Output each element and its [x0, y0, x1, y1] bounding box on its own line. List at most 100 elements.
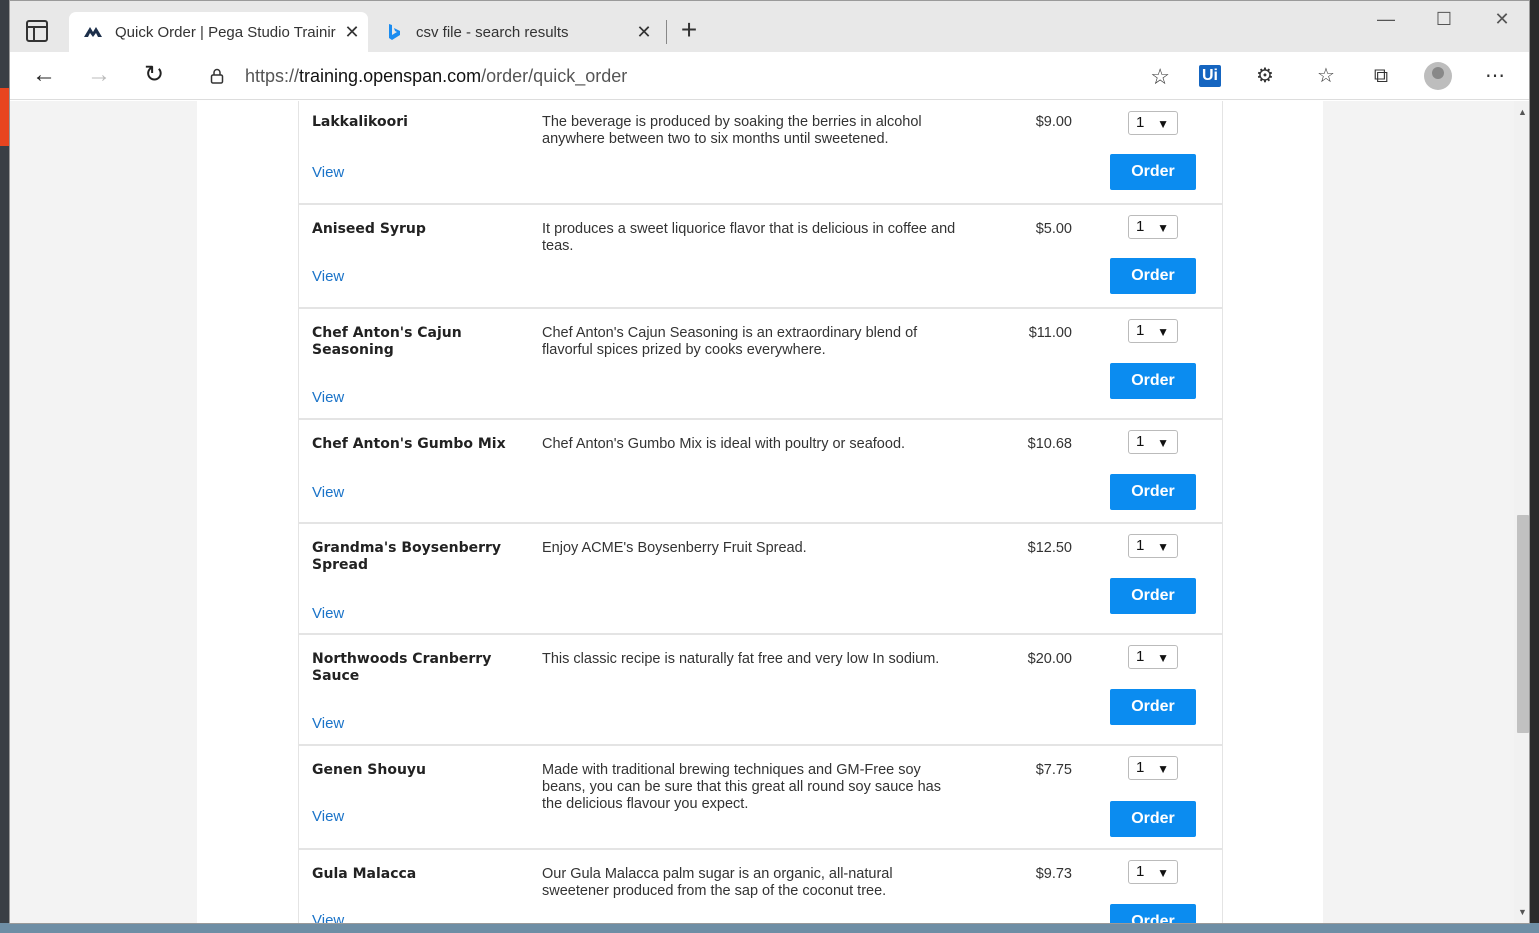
close-window-icon[interactable]: ✕	[1488, 9, 1516, 33]
vertical-scrollbar[interactable]: ▲ ▼	[1514, 101, 1529, 923]
product-name: Grandma's Boysenberry Spread	[312, 540, 502, 573]
product-price: $11.00	[1028, 325, 1072, 341]
chevron-down-icon: ▼	[1157, 436, 1169, 450]
chevron-down-icon: ▼	[1157, 325, 1169, 339]
browser-window: Quick Order | Pega Studio Trainir ✕ csv …	[9, 0, 1530, 924]
url-scheme: https://	[245, 66, 300, 86]
product-description: Made with traditional brewing techniques…	[542, 762, 941, 812]
order-button[interactable]: Order	[1110, 689, 1196, 725]
url-host: training.openspan.com	[299, 66, 482, 86]
chevron-down-icon: ▼	[1157, 762, 1169, 776]
browser-toolbar: ← → ↻ https://training.openspan.com/orde…	[10, 52, 1529, 100]
profile-avatar[interactable]	[1424, 62, 1452, 90]
quantity-select[interactable]: 1 ▼	[1128, 430, 1178, 454]
more-menu-icon[interactable]: ⋯	[1481, 62, 1509, 90]
quantity-select[interactable]: 1 ▼	[1128, 756, 1178, 780]
product-name: Aniseed Syrup	[312, 221, 426, 237]
scroll-thumb[interactable]	[1517, 515, 1529, 733]
tab-title: csv file - search results	[416, 23, 569, 41]
product-price: $20.00	[1027, 651, 1072, 667]
product-description: Enjoy ACME's Boysenberry Fruit Spread.	[542, 540, 807, 556]
uipath-extension-icon[interactable]: Ui	[1199, 65, 1221, 87]
forward-icon[interactable]: →	[83, 60, 115, 92]
favorites-icon[interactable]: ☆	[1312, 62, 1340, 90]
product-name: Chef Anton's Cajun Seasoning	[312, 325, 462, 358]
chevron-down-icon: ▼	[1157, 540, 1169, 554]
quick-order-page: Lakkalikoori The beverage is produced by…	[197, 101, 1323, 923]
product-row: Chef Anton's Gumbo Mix Chef Anton's Gumb…	[298, 420, 1223, 524]
product-row: Lakkalikoori The beverage is produced by…	[298, 101, 1223, 205]
order-button[interactable]: Order	[1110, 363, 1196, 399]
page-viewport: Lakkalikoori The beverage is produced by…	[10, 101, 1514, 923]
collections-icon[interactable]: ⧉	[1367, 62, 1395, 90]
scroll-up-icon[interactable]: ▲	[1514, 107, 1529, 121]
product-row: Gula Malacca Our Gula Malacca palm sugar…	[298, 850, 1223, 923]
quantity-value: 1	[1136, 648, 1145, 665]
view-link[interactable]: View	[312, 389, 344, 406]
maximize-icon[interactable]: ☐	[1430, 9, 1458, 33]
order-button[interactable]: Order	[1110, 154, 1196, 190]
product-price: $12.50	[1027, 540, 1072, 556]
product-list: Lakkalikoori The beverage is produced by…	[298, 101, 1223, 923]
close-tab-icon[interactable]: ✕	[340, 22, 364, 43]
view-link[interactable]: View	[312, 268, 344, 285]
desktop-edge	[0, 0, 9, 933]
tab-search-results[interactable]: csv file - search results ✕	[370, 12, 660, 52]
product-price: $10.68	[1027, 436, 1072, 452]
product-description: This classic recipe is naturally fat fre…	[542, 651, 940, 667]
product-name: Chef Anton's Gumbo Mix	[312, 436, 506, 452]
order-button[interactable]: Order	[1110, 578, 1196, 614]
new-tab-icon[interactable]: +	[676, 16, 702, 45]
quantity-select[interactable]: 1 ▼	[1128, 215, 1178, 239]
quantity-value: 1	[1136, 433, 1145, 450]
view-link[interactable]: View	[312, 164, 344, 181]
product-description: Our Gula Malacca palm sugar is an organi…	[542, 866, 893, 899]
order-button[interactable]: Order	[1110, 801, 1196, 837]
product-price: $9.73	[1035, 866, 1072, 882]
url-path: /order/quick_order	[481, 66, 628, 86]
product-row: Chef Anton's Cajun Seasoning Chef Anton'…	[298, 309, 1223, 420]
product-row: Northwoods Cranberry Sauce This classic …	[298, 635, 1223, 746]
lock-icon[interactable]	[210, 68, 224, 84]
pega-icon	[83, 23, 103, 41]
bing-icon	[384, 23, 404, 41]
order-button[interactable]: Order	[1110, 904, 1196, 923]
scroll-down-icon[interactable]: ▼	[1514, 907, 1529, 921]
product-price: $9.00	[1035, 114, 1072, 130]
product-name: Northwoods Cranberry Sauce	[312, 651, 492, 684]
product-row: Genen Shouyu Made with traditional brewi…	[298, 746, 1223, 850]
add-favorite-icon[interactable]: ☆	[1150, 64, 1170, 90]
tab-bar: Quick Order | Pega Studio Trainir ✕ csv …	[10, 1, 1529, 52]
product-row: Aniseed Syrup It produces a sweet liquor…	[298, 205, 1223, 309]
chevron-down-icon: ▼	[1157, 117, 1169, 131]
quantity-value: 1	[1136, 218, 1145, 235]
view-link[interactable]: View	[312, 912, 344, 923]
product-name: Lakkalikoori	[312, 114, 408, 130]
view-link[interactable]: View	[312, 808, 344, 825]
view-link[interactable]: View	[312, 715, 344, 732]
desktop-app-icon	[0, 88, 9, 146]
quantity-select[interactable]: 1 ▼	[1128, 534, 1178, 558]
extensions-icon[interactable]: ⚙	[1251, 62, 1279, 90]
tab-title: Quick Order | Pega Studio Trainir	[115, 23, 336, 41]
order-button[interactable]: Order	[1110, 474, 1196, 510]
close-tab-icon[interactable]: ✕	[632, 22, 656, 43]
quantity-value: 1	[1136, 322, 1145, 339]
product-price: $7.75	[1035, 762, 1072, 778]
product-description: Chef Anton's Cajun Seasoning is an extra…	[542, 325, 918, 358]
quantity-select[interactable]: 1 ▼	[1128, 319, 1178, 343]
order-button[interactable]: Order	[1110, 258, 1196, 294]
back-icon[interactable]: ←	[28, 60, 60, 92]
quantity-select[interactable]: 1 ▼	[1128, 645, 1178, 669]
refresh-icon[interactable]: ↻	[138, 60, 170, 92]
address-bar[interactable]: https://training.openspan.com/order/quic…	[190, 58, 1184, 94]
chevron-down-icon: ▼	[1157, 651, 1169, 665]
view-link[interactable]: View	[312, 605, 344, 622]
minimize-icon[interactable]: —	[1372, 9, 1400, 33]
product-name: Gula Malacca	[312, 866, 417, 882]
quantity-select[interactable]: 1 ▼	[1128, 111, 1178, 135]
tab-actions-icon[interactable]	[26, 20, 48, 42]
tab-quick-order[interactable]: Quick Order | Pega Studio Trainir ✕	[69, 12, 368, 52]
quantity-select[interactable]: 1 ▼	[1128, 860, 1178, 884]
view-link[interactable]: View	[312, 484, 344, 501]
